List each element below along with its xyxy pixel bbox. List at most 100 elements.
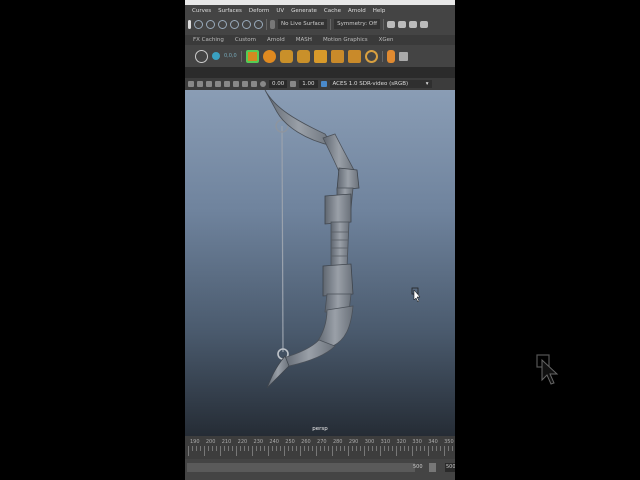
live-surface-icon[interactable] [270,19,275,29]
timeline-tick [236,446,237,456]
upper-tip [264,90,334,147]
divider [330,18,332,30]
ipr-render-icon[interactable] [398,20,407,28]
menu-cache[interactable]: Cache [324,8,341,14]
time-slider-labels: 190 200 210 220 230 240 250 260 270 280 290 300 310 3… [185,439,455,446]
menu-help[interactable]: Help [373,8,386,14]
timeline-tick [420,446,421,451]
timeline-tick [432,446,433,451]
toolbar-gap [185,67,455,78]
timeline-tick [352,446,353,451]
tab-arnold[interactable]: Arnold [263,37,292,43]
live-surface-field[interactable]: No Live Surface [278,19,328,29]
timeline-tick [208,446,209,451]
chevron-down-icon: ▾ [425,81,429,87]
render-settings-icon[interactable] [409,20,418,28]
shaded-icon[interactable] [233,81,239,87]
timeline-tick-label: 300 [364,439,375,445]
menu-generate[interactable]: Generate [291,8,317,14]
camera-attr-icon[interactable] [197,81,203,87]
chain-icon[interactable] [296,49,310,63]
exposure-icon[interactable] [260,81,266,87]
swap-icon[interactable] [347,49,361,63]
image-plane-icon[interactable] [206,81,212,87]
lights-icon[interactable] [251,81,257,87]
timeline-tick [320,446,321,451]
snap-curve-icon[interactable] [206,19,215,29]
timeline-tick-label: 210 [221,439,232,445]
range-end-field[interactable]: 500 [413,463,423,472]
timeline-tick [240,446,241,451]
timeline-tick [256,446,257,451]
divider [381,50,383,62]
tab-xgen[interactable]: XGen [375,37,401,43]
timeline-tick-label: 310 [380,439,391,445]
menu-surfaces[interactable]: Surfaces [218,8,242,14]
select-tool-icon[interactable] [188,19,191,29]
timeline-tick [288,446,289,451]
exposure-field[interactable]: 0.00 [269,80,288,88]
timeline-tick [396,446,397,456]
snap-pivot-icon[interactable] [254,19,263,29]
range-slider[interactable] [187,463,415,472]
gamma-icon[interactable] [290,81,297,87]
persp-viewport[interactable]: persp [185,90,455,436]
playback-end-field[interactable]: 500 [445,463,455,472]
grid-toggle-icon[interactable] [215,81,221,87]
bowstring [281,125,284,353]
tab-custom[interactable]: Custom [231,37,263,43]
gamma-field[interactable]: 1.00 [299,80,318,88]
render-icon[interactable] [387,20,396,28]
tab-fx-caching[interactable]: FX Caching [189,37,231,43]
hypershade-icon[interactable] [420,20,429,28]
timeline-tick [224,446,225,451]
tab-mash[interactable]: MASH [292,37,319,43]
timeline-tick [292,446,293,451]
cube-stack-icon[interactable] [398,51,408,61]
timeline-tick-label: 270 [317,439,327,445]
tab-motion-graphics[interactable]: Motion Graphics [319,37,375,43]
timeline-tick [252,446,253,456]
light-icon[interactable] [386,49,395,63]
snap-grid-icon[interactable] [194,19,203,29]
timeline-tick-label: 350 [444,439,454,445]
particles-icon[interactable] [212,52,220,60]
colorspace-dropdown[interactable]: ACES 1.0 SDR-video (sRGB) ▾ [329,80,432,88]
timeline-tick [392,446,393,451]
timeline-tick [368,446,369,451]
camera-icon[interactable] [188,81,194,87]
grip [330,221,350,269]
link-icon[interactable] [279,49,293,63]
menu-arnold[interactable]: Arnold [348,8,366,14]
menu-deform[interactable]: Deform [249,8,269,14]
timeline-tick [300,446,301,456]
timeline-tick-label: 220 [237,439,248,445]
timeline-tick [452,446,453,451]
timeline-tick [268,446,269,456]
timeline-tick [260,446,261,451]
menu-uv[interactable]: UV [276,8,284,14]
active-tool-icon[interactable] [245,49,259,63]
timeline-tick [328,446,329,451]
grid-icon[interactable] [313,49,327,63]
snap-point-icon[interactable] [218,19,227,29]
symmetry-field[interactable]: Symmetry: Off [334,19,381,29]
menu-curves[interactable]: Curves [192,8,211,14]
color-management-icon[interactable] [320,81,327,87]
timeline-tick-label: 340 [428,439,438,445]
snap-surface-icon[interactable] [242,19,251,29]
wireframe-icon[interactable] [224,81,230,87]
textured-icon[interactable] [242,81,248,87]
timeline-tick [444,446,445,456]
timeline-tick [348,446,349,456]
sphere-icon[interactable] [262,49,276,63]
refresh-icon[interactable] [364,49,378,63]
target-icon[interactable] [195,49,208,63]
snap-view-icon[interactable] [230,19,239,29]
range-toggle[interactable] [429,463,436,472]
shelf-tabs: FX Caching Custom Arnold MASH Motion Gra… [185,35,455,45]
blocks-icon[interactable] [330,49,344,63]
timeline-tick-label: 260 [301,439,311,445]
timeline-tick [220,446,221,456]
timeline-tick-label: 240 [269,439,279,445]
